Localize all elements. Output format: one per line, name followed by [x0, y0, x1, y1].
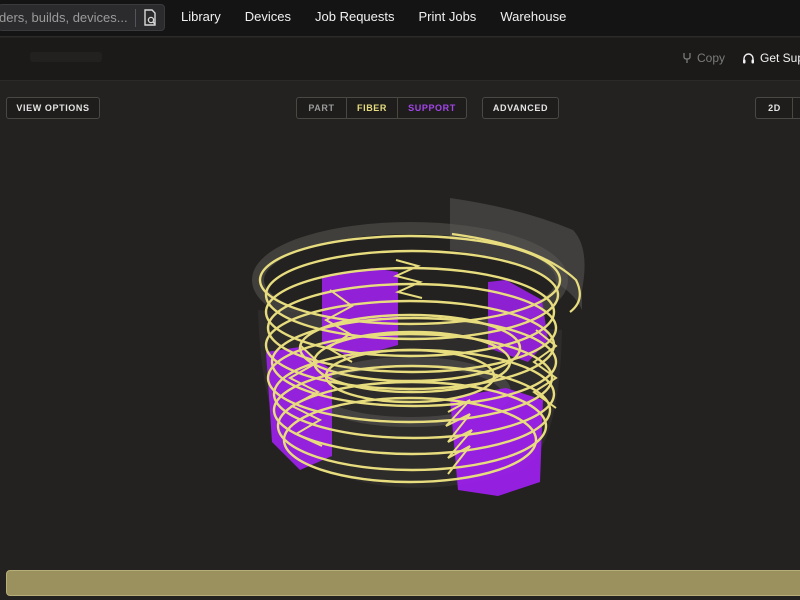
support-label: Get Sup [760, 51, 800, 65]
top-navigation-bar: ders, builds, devices... Library Devices… [0, 0, 800, 37]
search-input[interactable]: ders, builds, devices... [0, 10, 131, 25]
copy-label: Copy [697, 51, 726, 65]
nav-job-requests[interactable]: Job Requests [315, 0, 395, 37]
progress-bar [6, 570, 800, 596]
get-support-button[interactable]: Get Sup [742, 51, 800, 65]
tab-fiber[interactable]: FIBER [347, 98, 398, 118]
view-options-button[interactable]: VIEW OPTIONS [6, 97, 100, 119]
copy-button[interactable]: Copy [682, 51, 725, 65]
tab-part[interactable]: PART [297, 98, 347, 118]
nav-print-jobs[interactable]: Print Jobs [419, 0, 477, 37]
search-box[interactable]: ders, builds, devices... [0, 4, 165, 31]
part-header-bar: Copy Get Sup [0, 38, 800, 81]
3d-viewport[interactable] [0, 130, 800, 566]
headset-icon [743, 52, 754, 63]
main-nav: Library Devices Job Requests Print Jobs … [181, 0, 590, 37]
nav-devices[interactable]: Devices [245, 0, 291, 37]
nav-library[interactable]: Library [181, 0, 221, 37]
view-3d-button[interactable] [792, 97, 800, 119]
nav-warehouse[interactable]: Warehouse [500, 0, 566, 37]
fork-icon [683, 53, 691, 63]
part-title-placeholder [30, 52, 102, 62]
advanced-button[interactable]: ADVANCED [482, 97, 559, 119]
search-in-page-icon[interactable] [142, 9, 158, 27]
view-2d-button[interactable]: 2D [755, 97, 793, 119]
display-mode-toggle: PART FIBER SUPPORT [296, 97, 467, 119]
search-divider [135, 9, 136, 27]
tab-support[interactable]: SUPPORT [398, 98, 466, 118]
